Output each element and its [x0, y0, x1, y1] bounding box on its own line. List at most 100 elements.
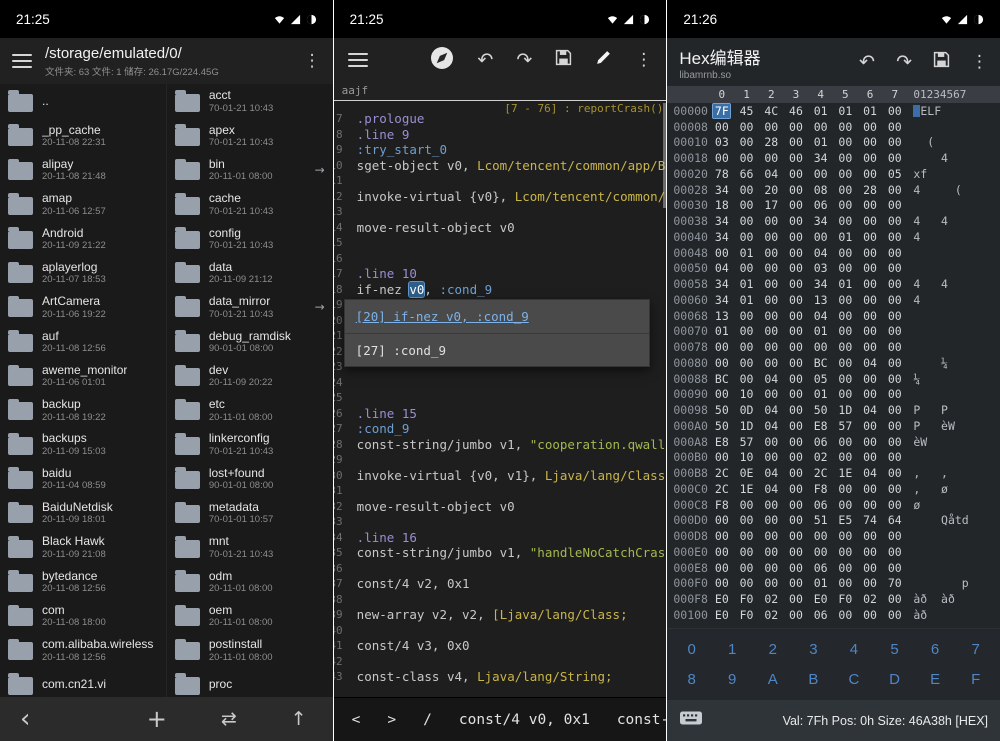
file-row[interactable]: metadata70-01-01 10:57	[167, 496, 333, 530]
hex-byte[interactable]: 03	[713, 135, 730, 149]
file-row[interactable]: linkerconfig70-01-21 10:43	[167, 427, 333, 461]
hex-byte[interactable]: 00	[713, 120, 730, 134]
hex-byte[interactable]: 00	[862, 529, 879, 543]
hex-byte[interactable]: 00	[738, 513, 755, 527]
hex-byte[interactable]: 00	[862, 545, 879, 559]
code-line[interactable]: 34.line 16	[334, 530, 667, 546]
back-icon[interactable]: ‹	[20, 704, 30, 734]
hex-byte[interactable]: 06	[812, 198, 829, 212]
hex-byte[interactable]: 00	[763, 435, 780, 449]
hex-byte[interactable]: 00	[787, 214, 804, 228]
keypad-key[interactable]: 6	[915, 641, 956, 658]
hex-grid[interactable]: 000007F454C4601010100ELF 000080000000000…	[667, 103, 1000, 628]
hex-byte[interactable]: 50	[713, 419, 730, 433]
keypad-key[interactable]: 0	[671, 641, 712, 658]
hex-byte[interactable]: E5	[837, 513, 854, 527]
hex-byte[interactable]: 00	[713, 561, 730, 575]
hex-byte[interactable]: 02	[812, 450, 829, 464]
code-line[interactable]: 28const-string/jumbo v1, "cooperation.qw…	[334, 437, 667, 453]
hex-byte[interactable]: 00	[812, 230, 829, 244]
file-row[interactable]: apex70-01-21 10:43	[167, 118, 333, 152]
code-line[interactable]: 37const/4 v2, 0x1	[334, 576, 667, 592]
hex-byte[interactable]: 2C	[713, 466, 730, 480]
hex-byte[interactable]: 05	[886, 167, 903, 181]
hex-byte[interactable]: 00	[886, 482, 903, 496]
code-line[interactable]: 27:cond_9	[334, 421, 667, 437]
hex-byte[interactable]: 00	[886, 230, 903, 244]
hex-byte[interactable]: F8	[713, 498, 730, 512]
hex-byte[interactable]: 70	[886, 576, 903, 590]
hex-byte[interactable]: 00	[787, 387, 804, 401]
file-row[interactable]: Black Hawk20-11-09 21:08	[0, 530, 166, 564]
hex-byte[interactable]: 04	[763, 419, 780, 433]
file-row[interactable]: oem20-11-01 08:00	[167, 598, 333, 632]
hex-byte[interactable]: 00	[886, 450, 903, 464]
hex-byte[interactable]: 0E	[738, 466, 755, 480]
hex-byte[interactable]: 02	[862, 592, 879, 606]
save-icon[interactable]	[555, 49, 572, 71]
hex-byte[interactable]: 00	[713, 450, 730, 464]
hex-byte[interactable]: 00	[812, 340, 829, 354]
hex-byte[interactable]: 06	[812, 608, 829, 622]
hex-byte[interactable]: 57	[738, 435, 755, 449]
hex-byte[interactable]: 00	[763, 356, 780, 370]
hex-byte[interactable]: 01	[738, 277, 755, 291]
hex-byte[interactable]: 00	[738, 561, 755, 575]
hex-byte[interactable]: 00	[713, 576, 730, 590]
hex-byte[interactable]: 01	[812, 576, 829, 590]
hex-byte[interactable]: 04	[812, 246, 829, 260]
hex-byte[interactable]: 01	[812, 104, 829, 118]
snippet-button[interactable]: <	[352, 712, 361, 728]
file-row[interactable]: lost+found90-01-01 08:00	[167, 461, 333, 495]
hex-byte[interactable]: E8	[812, 419, 829, 433]
hex-byte[interactable]: 00	[862, 277, 879, 291]
code-line[interactable]: 17.line 10	[334, 266, 667, 282]
hex-byte[interactable]: 00	[787, 450, 804, 464]
hex-byte[interactable]: 00	[787, 120, 804, 134]
code-line[interactable]: 42	[334, 654, 667, 670]
hex-byte[interactable]: 00	[787, 576, 804, 590]
hex-byte[interactable]: 00	[738, 309, 755, 323]
hex-byte[interactable]: 00	[787, 246, 804, 260]
hex-byte[interactable]: 34	[812, 151, 829, 165]
hex-byte[interactable]: 00	[738, 151, 755, 165]
hex-byte[interactable]: 57	[837, 419, 854, 433]
hex-byte[interactable]: 00	[886, 120, 903, 134]
hex-byte[interactable]: 00	[763, 277, 780, 291]
file-row[interactable]: config70-01-21 10:43	[167, 221, 333, 255]
keypad-key[interactable]: E	[915, 671, 956, 688]
code-line[interactable]: 18if-nez v0, :cond_9	[334, 282, 667, 298]
hex-byte[interactable]: 00	[787, 498, 804, 512]
keypad-key[interactable]: 3	[793, 641, 834, 658]
path-title-block[interactable]: /storage/emulated/0/ 文件夹: 63 文件: 1 储存: 2…	[45, 45, 291, 78]
hex-byte[interactable]: 00	[862, 372, 879, 386]
hex-byte[interactable]: 00	[738, 261, 755, 275]
hex-byte[interactable]: 00	[886, 151, 903, 165]
edit-pencil-icon[interactable]	[595, 49, 612, 71]
code-line[interactable]: 14move-result-object v0	[334, 220, 667, 236]
file-row[interactable]: ArtCamera20-11-06 19:22	[0, 290, 166, 324]
hex-byte[interactable]: 2C	[812, 466, 829, 480]
hex-byte[interactable]: 18	[713, 198, 730, 212]
hex-byte[interactable]: E8	[713, 435, 730, 449]
keypad-key[interactable]: A	[753, 671, 794, 688]
hex-byte[interactable]: 00	[738, 230, 755, 244]
add-icon[interactable]: +	[147, 705, 167, 733]
file-row[interactable]: proc	[167, 667, 333, 697]
hex-byte[interactable]: 50	[713, 403, 730, 417]
redo-icon[interactable]: ↷	[516, 49, 532, 71]
hex-byte[interactable]: 34	[812, 277, 829, 291]
hex-byte[interactable]: 00	[787, 561, 804, 575]
hex-byte[interactable]: 4C	[763, 104, 780, 118]
file-row[interactable]: etc20-11-01 08:00	[167, 393, 333, 427]
hex-byte[interactable]: 00	[837, 608, 854, 622]
hex-byte[interactable]: 00	[787, 482, 804, 496]
hex-byte[interactable]: 04	[763, 372, 780, 386]
hex-byte[interactable]: 00	[763, 498, 780, 512]
hex-byte[interactable]: 00	[763, 151, 780, 165]
hex-byte[interactable]: 00	[763, 261, 780, 275]
file-row[interactable]: alipay20-11-08 21:48	[0, 153, 166, 187]
hex-byte[interactable]: 00	[787, 167, 804, 181]
hex-byte[interactable]: F0	[738, 592, 755, 606]
code-line[interactable]: 31	[334, 483, 667, 499]
